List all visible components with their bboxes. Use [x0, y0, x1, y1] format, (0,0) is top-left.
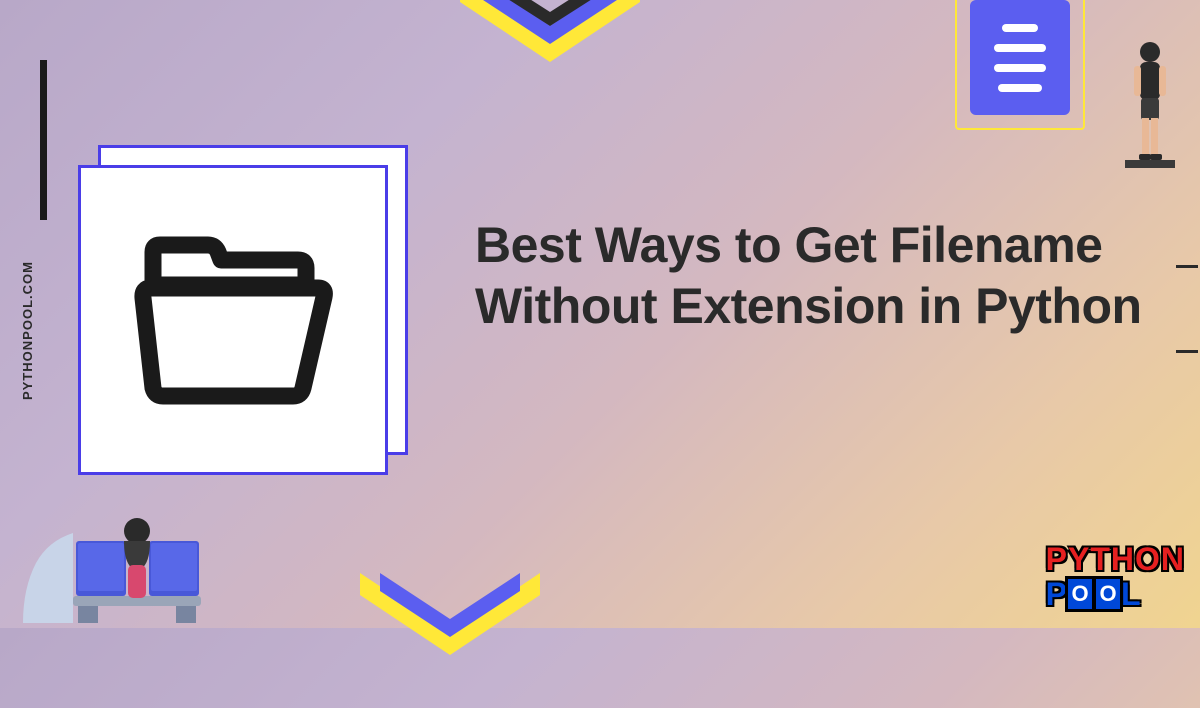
folder-card-front — [78, 165, 388, 475]
person-illustration — [1125, 40, 1175, 175]
chevron-down-decoration-top — [450, 0, 650, 95]
logo-text-bottom: P O O L — [1046, 576, 1185, 613]
logo-letter-l: L — [1121, 576, 1141, 613]
vertical-accent-bar — [40, 60, 47, 220]
python-pool-logo: PYTHON P O O L — [1046, 541, 1185, 613]
folder-icon — [123, 210, 343, 430]
doc-line — [994, 44, 1046, 52]
website-url: PYTHONPOOL.COM — [20, 261, 35, 400]
accent-dash — [1176, 265, 1198, 268]
worker-illustration — [18, 493, 248, 628]
chevron-down-decoration-bottom — [350, 563, 550, 708]
doc-line — [1002, 24, 1038, 32]
logo-letter-o: O — [1093, 576, 1123, 612]
logo-text-top: PYTHON — [1046, 541, 1185, 578]
document-icon — [970, 0, 1070, 115]
logo-letter-p: P — [1046, 576, 1067, 613]
logo-letter-o: O — [1065, 576, 1095, 612]
accent-dash — [1176, 350, 1198, 353]
article-title: Best Ways to Get Filename Without Extens… — [475, 215, 1200, 337]
doc-line — [994, 64, 1046, 72]
doc-line — [998, 84, 1042, 92]
